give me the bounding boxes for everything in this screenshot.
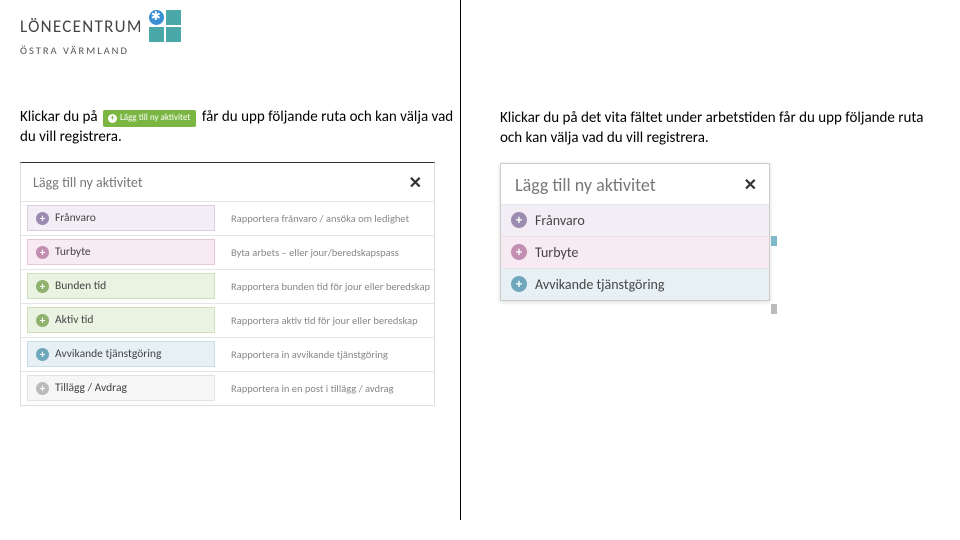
- instr-text-pre: Klickar du på: [20, 108, 98, 126]
- option-label: Aktiv tid: [55, 313, 93, 327]
- option-label: Bunden tid: [55, 279, 106, 293]
- close-icon[interactable]: ✕: [744, 175, 757, 195]
- option-label: Turbyte: [535, 244, 578, 261]
- option-turbyte[interactable]: + Turbyte: [27, 239, 215, 265]
- option-label: Avvikande tjänstgöring: [55, 347, 161, 361]
- left-instruction: Klickar du på +Lägg till ny aktivitet få…: [20, 107, 460, 148]
- plus-icon: +: [108, 114, 117, 123]
- plus-icon: +: [36, 348, 49, 361]
- edge-marker: [771, 304, 777, 314]
- logo-mark-icon: [149, 10, 181, 42]
- option-avvikande[interactable]: + Avvikande tjänstgöring: [27, 341, 215, 367]
- option-avvikande[interactable]: + Avvikande tjänstgöring: [501, 268, 769, 300]
- plus-icon: +: [36, 314, 49, 327]
- option-aktiv-tid[interactable]: + Aktiv tid: [27, 307, 215, 333]
- dialog-title: Lägg till ny aktivitet: [33, 174, 143, 191]
- option-desc: Rapportera aktiv tid för jour eller bere…: [215, 314, 434, 327]
- plus-icon: +: [36, 212, 49, 225]
- plus-icon: +: [511, 244, 527, 260]
- edge-marker: [771, 236, 777, 246]
- option-desc: Byta arbets – eller jour/beredskapspass: [215, 246, 434, 259]
- option-desc: Rapportera in avvikande tjänstgöring: [215, 348, 434, 361]
- close-icon[interactable]: ✕: [409, 173, 422, 193]
- option-desc: Rapportera frånvaro / ansöka om ledighet: [215, 212, 434, 225]
- plus-icon: +: [36, 280, 49, 293]
- inline-btn-label: Lägg till ny aktivitet: [120, 112, 190, 123]
- plus-icon: +: [36, 246, 49, 259]
- inline-add-activity-button: +Lägg till ny aktivitet: [103, 110, 196, 127]
- option-bunden-tid[interactable]: + Bunden tid: [27, 273, 215, 299]
- option-label: Avvikande tjänstgöring: [535, 276, 664, 293]
- option-desc: Rapportera in en post i tillägg / avdrag: [215, 382, 434, 395]
- option-desc: Rapportera bunden tid för jour eller ber…: [215, 280, 434, 293]
- dialog-title: Lägg till ny aktivitet: [515, 174, 656, 196]
- option-franvaro[interactable]: + Frånvaro: [501, 204, 769, 236]
- logo: LÖNECENTRUM ÖSTRA VÄRMLAND: [20, 10, 460, 57]
- option-turbyte[interactable]: + Turbyte: [501, 236, 769, 268]
- option-label: Frånvaro: [535, 212, 585, 229]
- option-label: Turbyte: [55, 245, 91, 259]
- option-label: Tillägg / Avdrag: [55, 381, 127, 395]
- option-franvaro[interactable]: + Frånvaro: [27, 205, 215, 231]
- plus-icon: +: [36, 382, 49, 395]
- add-activity-dialog-compact: Lägg till ny aktivitet ✕ + Frånvaro + Tu…: [500, 163, 770, 301]
- right-instruction: Klickar du på det vita fältet under arbe…: [500, 108, 940, 149]
- logo-subtext: ÖSTRA VÄRMLAND: [20, 44, 460, 57]
- right-column: Klickar du på det vita fältet under arbe…: [480, 0, 960, 540]
- logo-text: LÖNECENTRUM: [20, 16, 143, 37]
- add-activity-dialog-full: Lägg till ny aktivitet ✕ + Frånvaro Rapp…: [20, 162, 435, 406]
- option-label: Frånvaro: [55, 211, 96, 225]
- option-tillagg-avdrag[interactable]: + Tillägg / Avdrag: [27, 375, 215, 401]
- left-column: LÖNECENTRUM ÖSTRA VÄRMLAND Klickar du på…: [0, 0, 480, 540]
- plus-icon: +: [511, 276, 527, 292]
- plus-icon: +: [511, 212, 527, 228]
